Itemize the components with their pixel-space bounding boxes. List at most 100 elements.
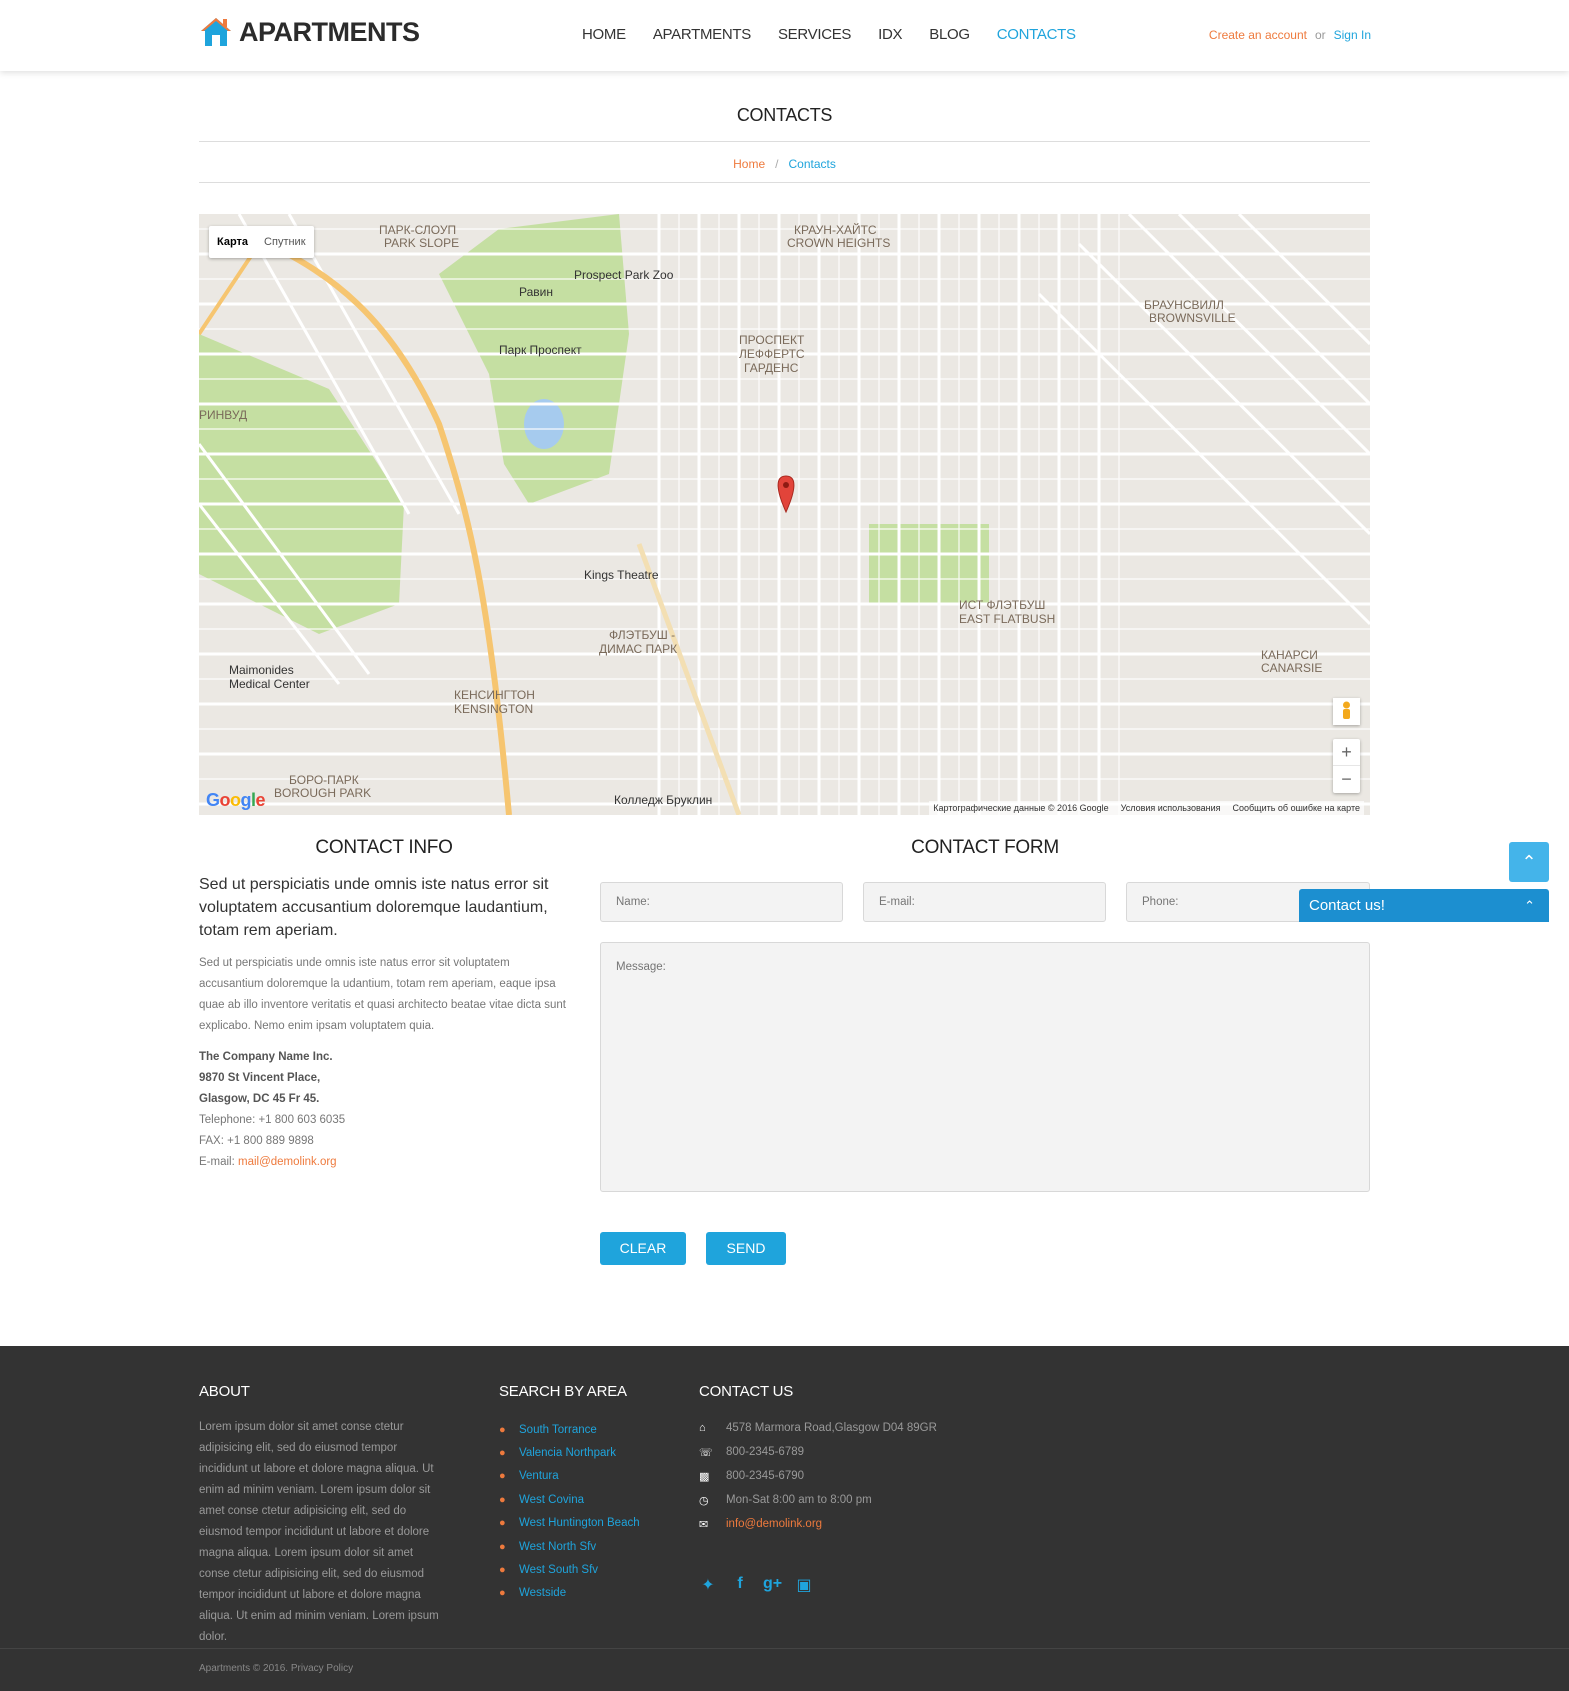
name-input[interactable] [600, 882, 843, 922]
street-view-pegman-icon[interactable] [1333, 698, 1360, 725]
contact-form-title: CONTACT FORM [911, 837, 1059, 858]
map-label: Парк Проспект [499, 343, 582, 357]
map-data-credit: Картографические данные © 2016 Google [933, 803, 1109, 813]
logo[interactable]: APARTMENTS [199, 14, 420, 50]
area-list: ● South Torrance ● Valencia Northpark ● Ven… [499, 1418, 640, 1605]
area-link[interactable]: ● Westside [499, 1582, 640, 1605]
clear-button[interactable]: CLEAR [600, 1232, 686, 1265]
area-label: West Covina [519, 1493, 584, 1506]
nav-home[interactable]: HOME [582, 26, 626, 43]
company-name: The Company Name Inc. [199, 1051, 333, 1063]
area-link[interactable]: ● South Torrance [499, 1418, 640, 1441]
map-label: РИНВУД [199, 408, 247, 422]
map-type-control: Карта Спутник [209, 226, 314, 258]
map-terms-link[interactable]: Условия использования [1121, 803, 1221, 813]
logo-text: APARTMENTS [239, 16, 420, 47]
footer-email-row: ✉ info@demolink.org [699, 1512, 937, 1536]
breadcrumb-home[interactable]: Home [733, 157, 765, 171]
breadcrumb: Home / Contacts [0, 157, 1569, 171]
auth-or: or [1314, 28, 1326, 42]
area-link[interactable]: ● West South Sfv [499, 1558, 640, 1581]
main-nav: HOME APARTMENTS SERVICES IDX BLOG CONTAC… [582, 26, 1103, 43]
area-link[interactable]: ● West Huntington Beach [499, 1512, 640, 1535]
map-pin-icon: ● [499, 1423, 506, 1436]
scroll-to-top-button[interactable]: ⌃ [1509, 842, 1549, 882]
zoom-in-button[interactable]: + [1333, 739, 1360, 766]
area-link[interactable]: ● Valencia Northpark [499, 1441, 640, 1464]
divider-top [199, 141, 1370, 142]
facebook-icon[interactable]: f [731, 1575, 749, 1595]
twitter-icon[interactable]: ✦ [699, 1575, 717, 1595]
area-link[interactable]: ● West Covina [499, 1488, 640, 1511]
auth-links: Create an account or Sign In [1209, 28, 1371, 42]
company-fax: FAX: +1 800 889 9898 [199, 1135, 314, 1147]
nav-contacts[interactable]: CONTACTS [997, 26, 1076, 43]
footer-about-title: ABOUT [199, 1383, 250, 1400]
area-label: Ventura [519, 1470, 559, 1483]
map-label: Maimonides [229, 663, 294, 677]
map-label: CANARSIE [1261, 661, 1322, 675]
footer-contact-list: ⌂ 4578 Marmora Road,Glasgow D04 89GR ☏ 800… [699, 1416, 937, 1536]
nav-apartments[interactable]: APARTMENTS [653, 26, 751, 43]
footer-divider [0, 1648, 1569, 1649]
contact-us-label: Contact us! [1309, 897, 1385, 914]
google-plus-icon[interactable]: g+ [763, 1575, 782, 1595]
map-type-satellite-button[interactable]: Спутник [256, 226, 313, 258]
map-label: BROWNSVILLE [1149, 311, 1236, 325]
map-canvas: ПАРК-СЛОУП PARK SLOPE КРАУН-ХАЙТС CROWN … [199, 214, 1370, 815]
map-label: Medical Center [229, 677, 310, 691]
footer-hours-row: ◷ Mon-Sat 8:00 am to 8:00 pm [699, 1488, 937, 1512]
map-label: ПРОСПЕКТ [739, 333, 805, 347]
map-label: КАНАРСИ [1261, 648, 1318, 662]
breadcrumb-current: Contacts [788, 157, 836, 171]
lake [524, 399, 564, 449]
footer-address: 4578 Marmora Road,Glasgow D04 89GR [726, 1422, 937, 1434]
envelope-icon: ✉ [699, 1518, 709, 1531]
divider-bottom [199, 182, 1370, 183]
site-header: APARTMENTS HOME APARTMENTS SERVICES IDX … [0, 0, 1569, 71]
area-label: South Torrance [519, 1423, 597, 1436]
map-report-link[interactable]: Сообщить об ошибке на карте [1233, 803, 1360, 813]
footer-area-title: SEARCH BY AREA [499, 1383, 627, 1400]
nav-idx[interactable]: IDX [878, 26, 902, 43]
copyright[interactable]: Apartments © 2016. Privacy Policy [199, 1663, 353, 1674]
zoom-out-button[interactable]: − [1333, 766, 1360, 793]
house-icon [201, 18, 231, 46]
send-button[interactable]: SEND [706, 1232, 786, 1265]
map-label: ФЛЭТБУШ - [609, 628, 675, 642]
chevron-up-icon: ⌃ [1524, 898, 1535, 913]
map-type-map-button[interactable]: Карта [209, 226, 256, 258]
clock-icon: ◷ [699, 1494, 709, 1507]
area-link[interactable]: ● Ventura [499, 1465, 640, 1488]
footer-about-text: Lorem ipsum dolor sit amet conse ctetur … [199, 1421, 439, 1643]
google-map[interactable]: ПАРК-СЛОУП PARK SLOPE КРАУН-ХАЙТС CROWN … [199, 214, 1370, 815]
google-logo: Google [206, 790, 266, 810]
company-telephone: Telephone: +1 800 603 6035 [199, 1114, 346, 1126]
nav-blog[interactable]: BLOG [929, 26, 970, 43]
map-label: BOROUGH PARK [274, 786, 371, 800]
message-textarea[interactable] [600, 942, 1370, 1192]
contact-info-lead: Sed ut perspiciatis unde omnis iste natu… [199, 876, 549, 939]
home-icon: ⌂ [699, 1422, 706, 1434]
map-attribution: Картографические данные © 2016 Google Ус… [929, 801, 1364, 815]
company-address: The Company Name Inc. 9870 St Vincent Pl… [199, 1047, 345, 1173]
page-title: CONTACTS [736, 105, 833, 125]
area-link[interactable]: ● West North Sfv [499, 1535, 640, 1558]
footer-email-link[interactable]: info@demolink.org [726, 1518, 822, 1530]
nav-services[interactable]: SERVICES [778, 26, 851, 43]
map-label: PARK SLOPE [384, 236, 459, 250]
phone-icon: ☏ [699, 1446, 713, 1459]
contact-us-widget[interactable]: Contact us! ⌃ [1299, 889, 1549, 922]
map-label: Колледж Бруклин [614, 793, 712, 807]
company-email-link[interactable]: mail@demolink.org [238, 1156, 337, 1168]
instagram-icon[interactable]: ▣ [795, 1575, 813, 1595]
footer-phone: 800-2345-6789 [726, 1446, 805, 1458]
sign-in-link[interactable]: Sign In [1334, 28, 1371, 42]
map-pin-icon: ● [499, 1493, 506, 1506]
area-label: Valencia Northpark [519, 1447, 616, 1460]
breadcrumb-separator: / [775, 157, 779, 171]
footer-address-row: ⌂ 4578 Marmora Road,Glasgow D04 89GR [699, 1416, 937, 1440]
create-account-link[interactable]: Create an account [1209, 28, 1307, 42]
area-label: Westside [519, 1587, 567, 1600]
email-input[interactable] [863, 882, 1106, 922]
